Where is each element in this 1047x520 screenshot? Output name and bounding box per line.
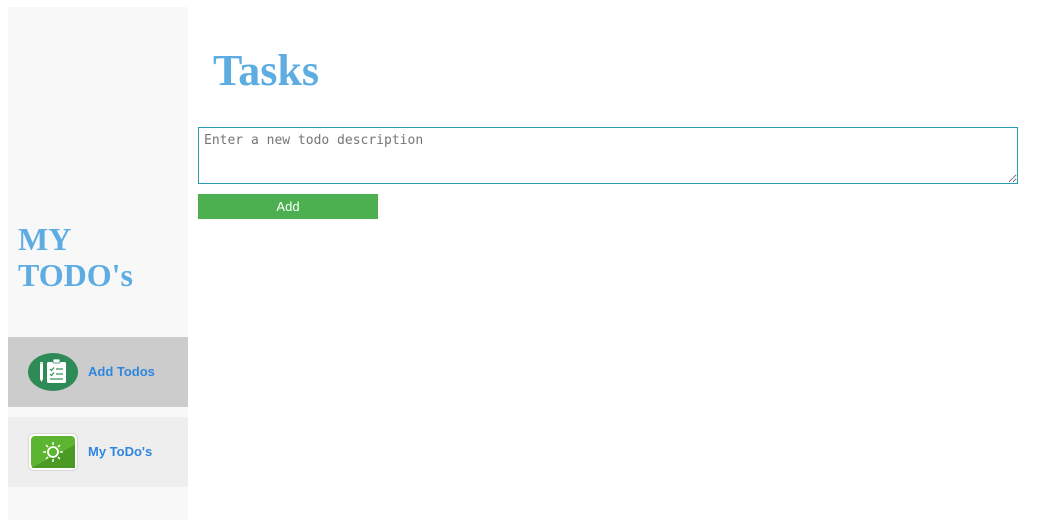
- sidebar-item-add-todos[interactable]: Add Todos: [8, 337, 188, 407]
- add-todo-button[interactable]: Add: [198, 194, 378, 219]
- sidebar: MY TODO's Add Todos My ToDo's: [8, 7, 188, 520]
- sidebar-item-label: Add Todos: [88, 364, 155, 379]
- clipboard-pencil-icon: [28, 353, 78, 391]
- sidebar-item-label: My ToDo's: [88, 444, 153, 459]
- sidebar-item-my-todos[interactable]: My ToDo's: [8, 417, 188, 487]
- sun-icon: [28, 433, 78, 471]
- app-brand: MY TODO's: [18, 221, 133, 293]
- page-title: Tasks: [213, 46, 320, 95]
- todo-description-input[interactable]: [198, 127, 1018, 184]
